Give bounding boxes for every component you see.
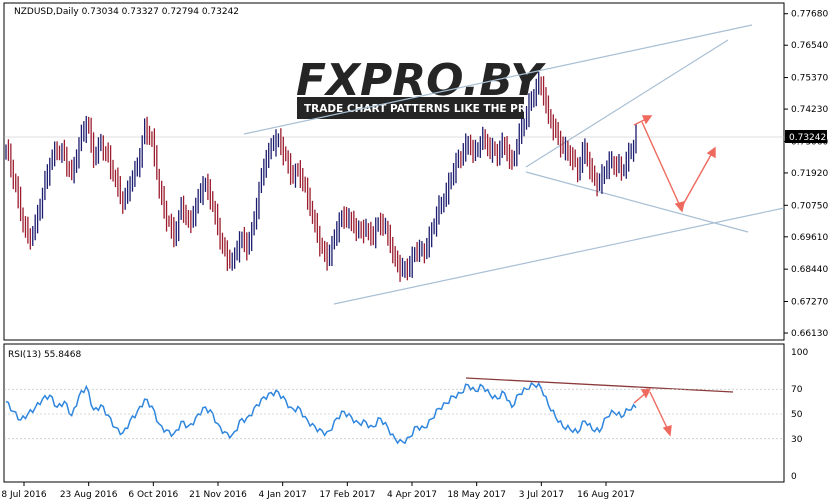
- rsi-header: RSI(13) 55.8468: [8, 350, 81, 360]
- price-tick-label: 0.74230: [791, 105, 828, 115]
- date-tick-label: 18 May 2017: [447, 490, 506, 500]
- price-axis: 0.776800.765400.753700.742300.730600.719…: [784, 10, 828, 339]
- rsi-tick-label: 30: [791, 435, 803, 445]
- rsi-tick-label: 100: [791, 348, 808, 358]
- price-tick-label: 0.66130: [791, 329, 828, 339]
- price-tick-label: 0.67270: [791, 298, 828, 308]
- date-tick-label: 6 Oct 2016: [128, 490, 178, 500]
- watermark-brand: FXPRO.BY: [296, 55, 546, 106]
- price-chart-window[interactable]: FXPRO.BY TRADE CHART PATTERNS LIKE THE P…: [0, 0, 829, 504]
- rsi-tick-label: 50: [791, 410, 803, 420]
- date-tick-label: 16 Aug 2017: [577, 490, 635, 500]
- rsi-panel[interactable]: [3, 343, 785, 483]
- rsi-tick-label: 0: [791, 472, 797, 482]
- price-tick-label: 0.77680: [791, 10, 828, 20]
- date-tick-label: 17 Feb 2017: [319, 490, 375, 500]
- watermark-logo: FXPRO.BY TRADE CHART PATTERNS LIKE THE P…: [296, 55, 546, 119]
- price-tick-label: 0.68440: [791, 265, 828, 275]
- price-panel[interactable]: [3, 2, 785, 341]
- date-tick-label: 3 Jul 2017: [519, 490, 564, 500]
- date-axis: 8 Jul 2016 23 Aug 2016 6 Oct 2016 21 Nov 20…: [1, 482, 635, 500]
- date-tick-label: 4 Apr 2017: [387, 490, 437, 500]
- price-tick-label: 0.71920: [791, 169, 828, 179]
- date-tick-label: 8 Jul 2016: [1, 490, 46, 500]
- date-tick-label: 4 Jan 2017: [259, 490, 307, 500]
- price-tick-label: 0.75370: [791, 74, 828, 84]
- chart-symbol-header: NZDUSD,Daily 0.73034 0.73327 0.72794 0.7…: [14, 7, 239, 17]
- rsi-tick-label: 70: [791, 385, 803, 395]
- date-tick-label: 23 Aug 2016: [60, 490, 118, 500]
- price-tick-label: 0.69610: [791, 233, 828, 243]
- price-tick-label: 0.70750: [791, 201, 828, 211]
- price-tick-label: 0.76540: [791, 41, 828, 51]
- current-price-tag: 0.73242: [785, 130, 827, 143]
- svg-text:0.73242: 0.73242: [789, 133, 826, 143]
- date-tick-label: 21 Nov 2016: [189, 490, 247, 500]
